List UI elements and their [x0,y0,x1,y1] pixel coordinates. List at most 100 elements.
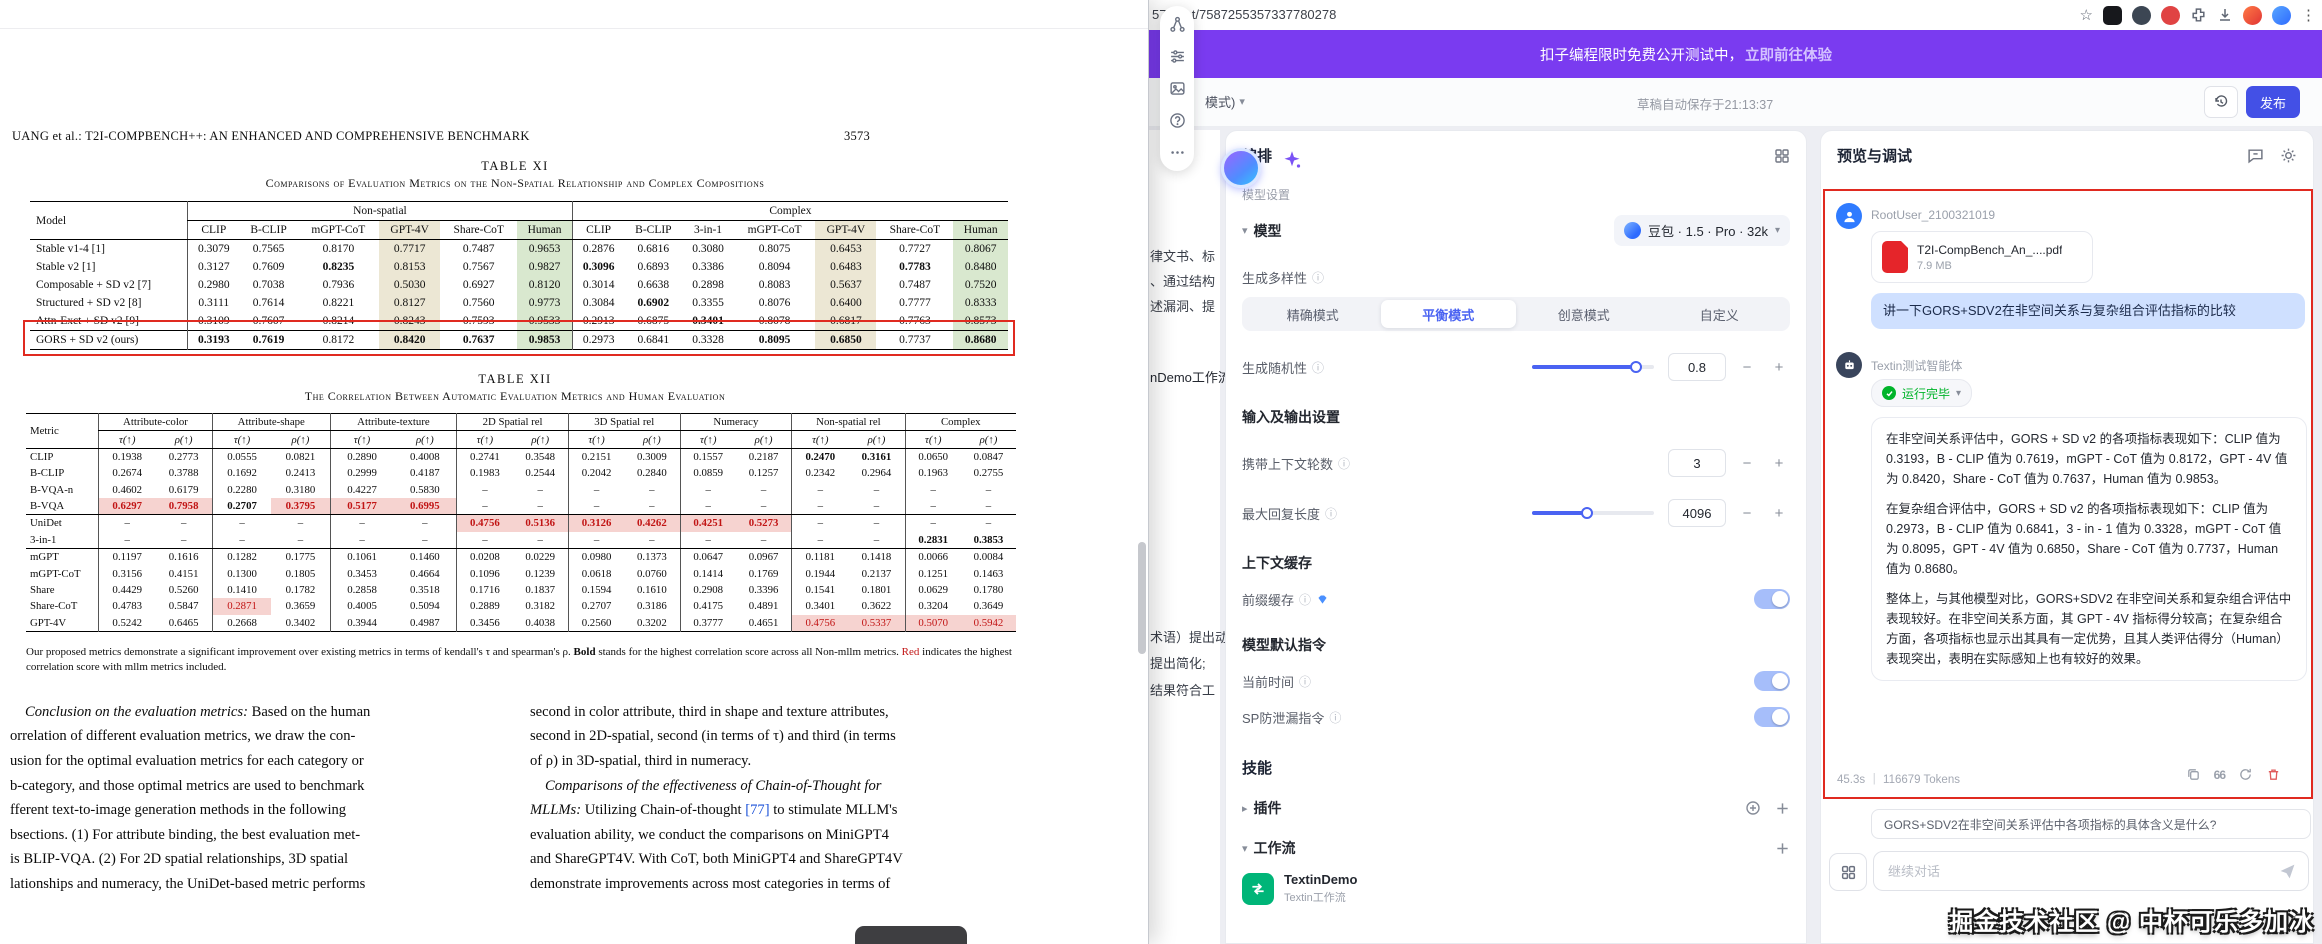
watermark: 掘金技术社区 @ 中杯可乐多加冰 [1949,902,2314,937]
table-cell: 0.4987 [393,615,456,632]
prefix-cache-toggle[interactable] [1754,589,1790,609]
table-cell: 0.6816 [624,240,682,259]
model-selector[interactable]: 豆包 · 1.5 · Pro · 32k ▾ [1614,215,1790,246]
table-header-cell: τ(↑) [905,431,961,448]
plus-button[interactable]: + [1768,359,1790,376]
history-button[interactable] [2204,86,2238,118]
plugins-row[interactable]: ▸ 插件 [1242,798,1790,818]
assistant-ball[interactable] [1221,148,1261,188]
extension-icon[interactable] [2161,6,2180,25]
context-rounds-value[interactable]: 3 [1668,449,1726,477]
prompt-text-fragment: 术语）提出动 [1150,627,1228,646]
randomness-value[interactable]: 0.8 [1668,353,1726,381]
workflow-row[interactable]: ▾ 工作流 [1242,838,1790,858]
table-cell: 0.8127 [379,294,440,312]
bookmark-star-icon[interactable]: ☆ [2080,6,2093,24]
extension-toolbar [1160,6,1194,171]
current-time-toggle[interactable] [1754,671,1790,691]
table-cell: – [680,532,736,549]
table-header-cell: Metric [26,414,99,449]
diversity-mode-3[interactable]: 自定义 [1652,300,1788,328]
minus-button[interactable]: − [1736,505,1758,522]
delete-icon[interactable] [2266,767,2281,782]
prefix-cache-row: 前缀缓存ⓘ [1242,589,1790,609]
workflow-item-name: TextinDemo [1284,872,1357,887]
table-cell: 0.2560 [568,615,624,632]
minus-button[interactable]: − [1736,455,1758,472]
run-status-pill[interactable]: 运行完毕 ▾ [1871,379,1972,407]
plus-button[interactable]: + [1768,455,1790,472]
extensions-puzzle-icon[interactable] [2190,7,2207,24]
chevron-down-icon[interactable]: ▾ [1242,224,1248,237]
table-cell: – [624,482,680,498]
table-cell: 0.1594 [568,582,624,598]
flow-icon[interactable] [1169,16,1186,33]
quote-icon[interactable]: 66 [2214,768,2225,782]
sliders-icon[interactable] [1169,48,1186,65]
plus-button[interactable]: + [1768,505,1790,522]
table-cell: 0.2741 [457,448,513,465]
help-icon[interactable] [1169,112,1186,129]
table-cell: 0.2668 [212,615,271,632]
magic-wand-icon[interactable] [1282,150,1302,170]
attached-file-card[interactable]: T2I-CompBench_An_....pdf 7.9 MB [1871,231,2093,283]
diversity-mode-1[interactable]: 平衡模式 [1381,300,1517,328]
banner-link[interactable]: 立即前往体验 [1745,44,1832,65]
max-length-value[interactable]: 4096 [1668,499,1726,527]
table-cell: 0.4008 [393,448,456,465]
quick-actions-button[interactable] [1829,853,1867,891]
prompt-text-fragment: nDemo工作流 [1150,367,1231,386]
table-header-cell: τ(↑) [792,431,849,448]
table-header-cell: mGPT-CoT [734,221,816,240]
copy-icon[interactable] [2186,767,2201,782]
slider-knob[interactable] [1630,361,1642,373]
publish-button[interactable]: 发布 [2246,86,2300,118]
plus-icon[interactable] [1775,841,1790,856]
sp-leak-toggle[interactable] [1754,707,1790,727]
table-cell: 0.2831 [905,532,961,549]
chat-input[interactable] [1886,863,2271,880]
table-cell: 0.2187 [736,448,792,465]
max-length-slider[interactable] [1532,511,1654,515]
image-icon[interactable] [1169,80,1186,97]
text-line: of ρ) in 3D-spatial, third in numeracy. [530,749,1028,774]
agent-mode-dropdown[interactable]: 模式) ▾ [1205,92,1251,111]
profile-avatar[interactable] [2272,6,2291,25]
suggested-question-chip[interactable]: GORS+SDV2在非空间关系评估中各项指标的具体含义是什么? [1871,809,2311,839]
pdf-file-icon [1882,241,1908,273]
download-icon[interactable] [2217,7,2233,23]
table-cell: 0.8480 [953,258,1008,276]
table-cell: – [624,532,680,549]
pdf-scrollbar[interactable] [1138,542,1146,654]
minus-button[interactable]: − [1736,359,1758,376]
layout-grid-icon[interactable] [1774,148,1790,164]
table-cell: 0.1769 [736,565,792,581]
profile-avatar[interactable] [2243,6,2262,25]
workflow-item[interactable]: TextinDemo Textin工作流 [1242,872,1790,905]
diversity-mode-2[interactable]: 创意模式 [1516,300,1652,328]
randomness-slider[interactable] [1532,365,1654,369]
table-cell: – [848,532,905,549]
more-icon[interactable] [1169,144,1186,161]
table-cell: 0.4005 [330,598,393,614]
table-header-cell: 3-in-1 [682,221,733,240]
table-cell: – [513,482,569,498]
table-cell: 0.5830 [393,482,456,498]
table-group-header: Non-spatial [188,202,573,221]
workflow-icon [1242,873,1274,905]
table-cell: 0.3659 [271,598,330,614]
answer-paragraph: 在非空间关系评估中，GORS + SD v2 的各项指标表现如下：CLIP 值为… [1886,429,2292,489]
table-cell: 0.3009 [624,448,680,465]
table-header-cell: ρ(↑) [393,431,456,448]
extension-icon[interactable] [2103,6,2122,25]
send-icon[interactable] [2279,863,2296,880]
regenerate-icon[interactable] [2238,767,2253,782]
table-cell: 0.3944 [330,615,393,632]
diversity-mode-0[interactable]: 精确模式 [1245,300,1381,328]
plus-icon[interactable] [1775,801,1790,816]
browser-menu-icon[interactable]: ⋮ [2301,6,2316,24]
extension-icon[interactable] [2132,6,2151,25]
add-from-store-icon[interactable] [1745,800,1761,816]
slider-knob[interactable] [1581,507,1593,519]
table-cell: 0.3182 [513,598,569,614]
